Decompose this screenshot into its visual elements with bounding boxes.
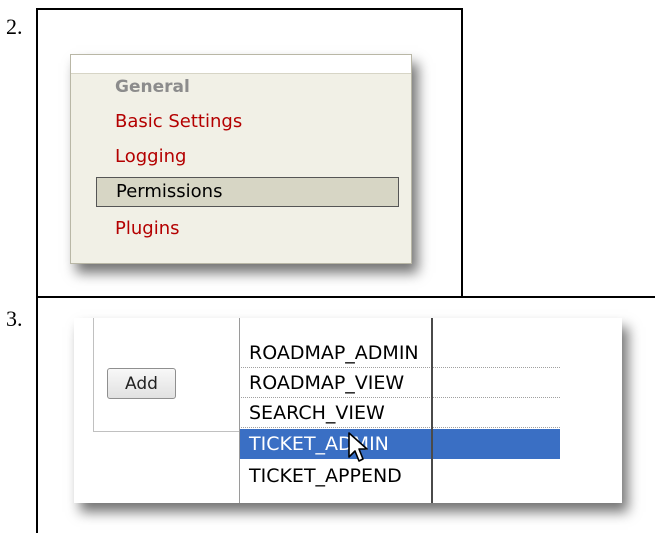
add-button[interactable]: Add	[107, 368, 176, 399]
list-border-right	[431, 318, 433, 503]
permission-option-ticket-admin[interactable]: TICKET_ADMIN	[239, 429, 560, 459]
step-number-3: 3.	[6, 306, 23, 331]
permission-option-ticket-append[interactable]: TICKET_APPEND	[239, 461, 560, 491]
nav-item-basic-settings[interactable]: Basic Settings	[115, 111, 242, 132]
nav-item-permissions[interactable]: Permissions	[96, 177, 399, 207]
admin-nav-panel: General Basic Settings Logging Permissio…	[70, 54, 412, 264]
permission-option-roadmap-admin[interactable]: ROADMAP_ADMIN	[239, 338, 560, 368]
permission-option-roadmap-view[interactable]: ROADMAP_VIEW	[239, 368, 560, 398]
permission-option-search-view[interactable]: SEARCH_VIEW	[239, 398, 560, 428]
step-number-2: 2.	[6, 14, 23, 39]
grid-line-left	[36, 8, 38, 533]
grid-line-middle	[36, 296, 655, 298]
grid-line-top	[36, 8, 463, 10]
nav-panel-header	[71, 55, 411, 74]
nav-item-logging[interactable]: Logging	[115, 146, 186, 167]
nav-group-general: General	[115, 77, 190, 97]
grid-line-right-upper	[461, 8, 463, 298]
list-border-left	[239, 318, 240, 503]
nav-item-plugins[interactable]: Plugins	[115, 218, 179, 239]
mouse-pointer-icon	[348, 432, 368, 462]
permission-list[interactable]: ROADMAP_ADMIN ROADMAP_VIEW SEARCH_VIEW T…	[239, 318, 594, 503]
permission-picker-panel: Add ROADMAP_ADMIN ROADMAP_VIEW SEARCH_VI…	[74, 318, 622, 503]
